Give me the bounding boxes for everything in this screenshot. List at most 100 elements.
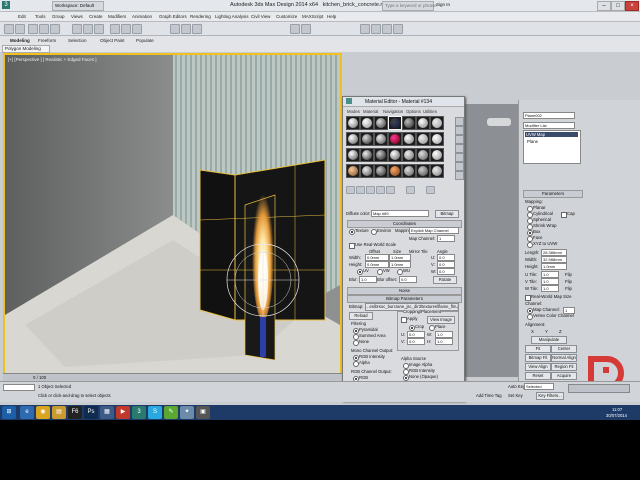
sample-slot[interactable]	[416, 132, 430, 146]
select-by-name-icon[interactable]	[83, 24, 93, 34]
menu-item-help[interactable]: Help	[327, 14, 336, 19]
3dsmax-icon[interactable]: 3	[132, 406, 146, 419]
sample-slot[interactable]	[346, 148, 360, 162]
tab-selection[interactable]: Selection	[68, 38, 87, 43]
sample-slot[interactable]	[388, 164, 402, 178]
reset-map-icon[interactable]	[376, 186, 385, 194]
material-editor-titlebar[interactable]: Material Editor - Material #134	[343, 97, 464, 107]
u-angle-field[interactable]: 0.0	[437, 254, 455, 261]
stack-item-uvw-map[interactable]: UVW Map	[525, 132, 578, 137]
scale-icon[interactable]	[132, 24, 142, 34]
u-tile-field[interactable]: 1.0	[541, 271, 559, 278]
size-height-field[interactable]: 1.0mm	[389, 261, 411, 268]
sample-slot[interactable]	[374, 132, 388, 146]
clock-date[interactable]: 30/07/2014	[606, 413, 627, 418]
manipulate-button[interactable]: Manipulate	[531, 336, 567, 344]
sample-slot[interactable]	[416, 164, 430, 178]
move-icon[interactable]	[110, 24, 120, 34]
view-align-button[interactable]: View Align	[525, 363, 551, 371]
sample-slot[interactable]	[430, 148, 444, 162]
map-type-button[interactable]: Bitmap	[435, 210, 459, 218]
rotate-button[interactable]: Rotate	[433, 276, 457, 284]
crop-h-field[interactable]: 1.0	[435, 338, 453, 345]
app-icon[interactable]: 3	[2, 1, 10, 9]
sample-slot[interactable]	[374, 116, 388, 130]
sample-slot[interactable]	[430, 132, 444, 146]
align-icon[interactable]	[301, 24, 311, 34]
bitmap-parameters-rollout[interactable]: Bitmap Parameters	[347, 295, 462, 303]
sample-slot[interactable]	[374, 148, 388, 162]
add-time-tag[interactable]: Add Time Tag	[476, 393, 502, 398]
sample-type-icon[interactable]	[455, 117, 464, 126]
modifier-list-dropdown[interactable]: Modifier List	[523, 122, 575, 129]
mapping-dropdown[interactable]: Explicit Map Channel	[409, 227, 459, 234]
length-field[interactable]: 28.386mm	[541, 249, 567, 256]
selected-dropdown[interactable]: Selected	[524, 383, 554, 390]
v-tile-field[interactable]: 1.0	[541, 278, 559, 285]
put-to-scene-icon[interactable]	[356, 186, 365, 194]
sample-slot[interactable]	[360, 148, 374, 162]
noise-rollout[interactable]: Noise	[347, 287, 462, 295]
material-editor-icon[interactable]	[360, 24, 370, 34]
close-button[interactable]: ×	[625, 1, 639, 11]
sample-slot[interactable]	[402, 164, 416, 178]
size-width-field[interactable]: 1.0mm	[389, 254, 411, 261]
sample-slot[interactable]	[430, 164, 444, 178]
me-menu-options[interactable]: Options	[406, 109, 421, 114]
menu-item-group[interactable]: Group	[52, 14, 65, 19]
paint-icon[interactable]: ✦	[180, 406, 194, 419]
make-unique-icon[interactable]	[386, 186, 395, 194]
blur-offset-field[interactable]: 0.0	[399, 276, 417, 283]
height-field[interactable]: 1.0mm	[541, 263, 567, 270]
sample-slot[interactable]	[402, 148, 416, 162]
uv-tiling-icon[interactable]	[455, 144, 464, 153]
assign-material-icon[interactable]	[366, 186, 375, 194]
menu-item-graph-editors[interactable]: Graph Editors	[159, 14, 187, 19]
secondary-viewport[interactable]	[462, 104, 519, 377]
menu-item-rendering[interactable]: Rendering	[190, 14, 211, 19]
view-image-button[interactable]: View Image	[427, 316, 455, 324]
tab-populate[interactable]: Populate	[136, 38, 154, 43]
sample-slot[interactable]	[360, 116, 374, 130]
me-menu-modes[interactable]: Modes	[347, 109, 360, 114]
render-frame-icon[interactable]	[382, 24, 392, 34]
get-material-icon[interactable]	[346, 186, 355, 194]
center-button[interactable]: Center	[551, 345, 577, 353]
undo-icon[interactable]	[4, 24, 14, 34]
tab-freeform[interactable]: Freeform	[38, 38, 56, 43]
stack-item-plane[interactable]: Plane	[527, 139, 538, 144]
sample-slot[interactable]	[360, 164, 374, 178]
start-button[interactable]: ⊞	[2, 406, 16, 419]
menu-item-tools[interactable]: Tools	[35, 14, 46, 19]
chrome-icon[interactable]: ◉	[36, 406, 50, 419]
rotate-icon[interactable]	[121, 24, 131, 34]
offset-width-field[interactable]: 0.0mm	[365, 254, 389, 261]
signin-link[interactable]: Sign In	[436, 2, 450, 7]
go-to-parent-icon[interactable]	[426, 186, 435, 194]
redo-icon[interactable]	[15, 24, 25, 34]
bind-spacewarp-icon[interactable]	[50, 24, 60, 34]
percent-snap-icon[interactable]	[192, 24, 202, 34]
sample-slot[interactable]	[388, 116, 402, 130]
sample-slot[interactable]	[360, 132, 374, 146]
sample-slot[interactable]	[402, 116, 416, 130]
preview-icon[interactable]	[455, 162, 464, 171]
crop-v-field[interactable]: 0.0	[407, 338, 425, 345]
crop-w-field[interactable]: 1.0	[435, 331, 453, 338]
explorer-icon[interactable]: ▤	[52, 406, 66, 419]
v-angle-field[interactable]: 0.0	[437, 261, 455, 268]
menu-item-lighting-analysis[interactable]: Lighting Analysis	[215, 14, 249, 19]
menu-item-animation[interactable]: Animation	[132, 14, 152, 19]
menu-item-edit[interactable]: Edit	[18, 14, 26, 19]
render-setup-icon[interactable]	[371, 24, 381, 34]
polygon-modeling-panel[interactable]: Polygon Modeling	[2, 45, 50, 53]
me-menu-navigation[interactable]: Navigation	[383, 109, 403, 114]
reload-button[interactable]: Reload	[349, 312, 373, 320]
axis-x[interactable]: X	[531, 329, 534, 334]
crop-u-field[interactable]: 0.0	[407, 331, 425, 338]
region-select-icon[interactable]	[94, 24, 104, 34]
menu-item-modifiers[interactable]: Modifiers	[108, 14, 126, 19]
minimize-button[interactable]: –	[597, 1, 611, 11]
clock-time[interactable]: 11:07	[612, 407, 622, 412]
files-icon[interactable]: ▦	[100, 406, 114, 419]
